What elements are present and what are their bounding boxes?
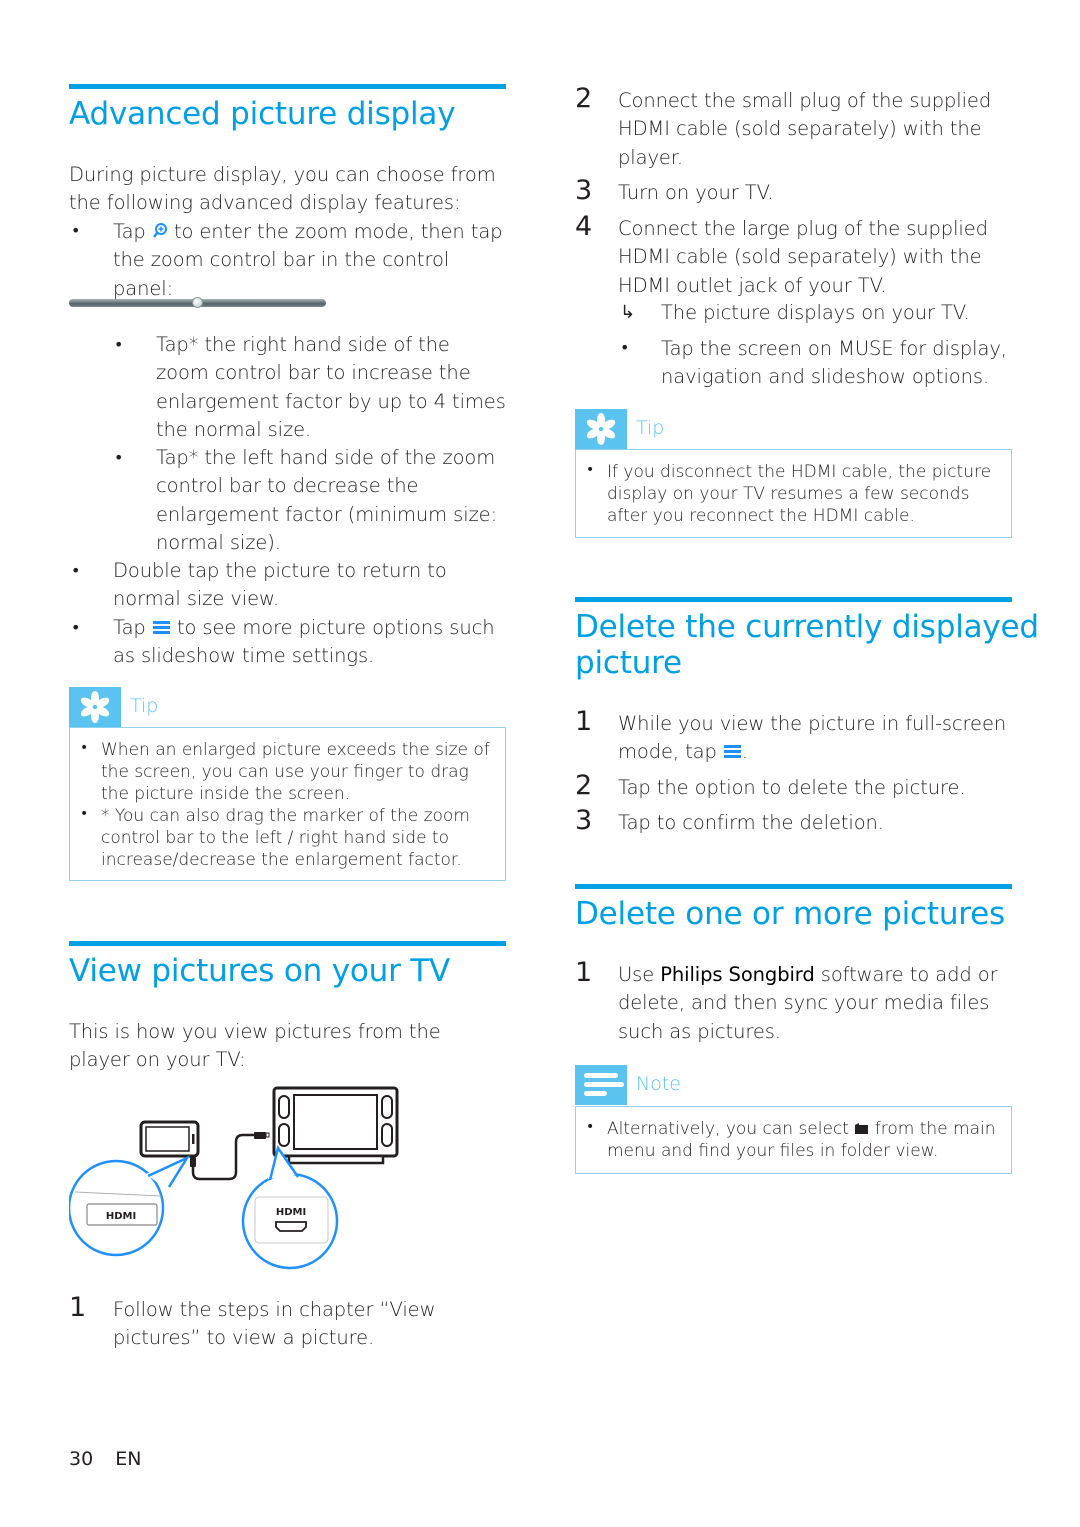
delete-current-step-1: While you view the picture in full-scree… xyxy=(618,710,1012,767)
asterisk-icon xyxy=(80,691,110,723)
result-text: The picture displays on your TV. xyxy=(661,301,970,324)
step-number: 2 xyxy=(575,83,593,114)
section-title-advanced-picture-display: Advanced picture display xyxy=(69,96,456,132)
section-title-delete-more: Delete one or more pictures xyxy=(575,896,1005,932)
step-text: Use xyxy=(618,963,655,986)
tip-label: Tip xyxy=(636,417,665,439)
view-tv-step-3: Turn on your TV. xyxy=(618,181,774,204)
player-icon xyxy=(139,1120,200,1158)
tip-header: Tip xyxy=(69,687,506,727)
section-title-delete-current: Delete the currently displayed picture xyxy=(575,609,1039,681)
page-footer: 30 EN xyxy=(69,1448,141,1470)
player-hdmi-callout: HDMI xyxy=(69,1155,191,1257)
note-badge xyxy=(575,1065,627,1105)
tip-box: • When an enlarged picture exceeds the s… xyxy=(69,727,506,881)
hdmi-label: HDMI xyxy=(276,1207,306,1218)
title-line: Delete the currently displayed xyxy=(575,609,1039,645)
note-text-part: Alternatively, you can select xyxy=(607,1119,849,1139)
bullet-text: to enter the zoom mode, then tap the zoo… xyxy=(113,220,503,300)
section-rule xyxy=(575,884,1012,889)
bullet: • xyxy=(71,561,81,580)
tip-item: * You can also drag the marker of the zo… xyxy=(101,806,470,870)
view-tv-step-4: Connect the large plug of the supplied H… xyxy=(618,217,988,297)
tip-label: Tip xyxy=(130,695,159,717)
view-tv-step-2: Connect the small plug of the supplied H… xyxy=(618,89,992,169)
folder-icon xyxy=(854,1119,869,1134)
note-header: Note xyxy=(575,1065,1012,1105)
section-rule xyxy=(69,941,506,946)
bullet: • xyxy=(80,740,89,756)
menu-icon xyxy=(723,744,742,760)
bullet: • xyxy=(620,338,630,357)
language-code: EN xyxy=(115,1448,142,1470)
note-text: Alternatively, you can select from the m… xyxy=(607,1118,1007,1162)
note-label: Note xyxy=(636,1073,681,1095)
delete-current-step-3: Tap to confirm the deletion. xyxy=(618,811,884,834)
step-number: 3 xyxy=(575,805,593,836)
view-tv-step-1: Follow the steps in chapter “View pictur… xyxy=(113,1298,436,1350)
step-number: 2 xyxy=(575,770,593,801)
bullet: • xyxy=(71,618,81,637)
sub-bullet-right-side: Tap* the right hand side of the zoom con… xyxy=(156,333,506,441)
step-number: 1 xyxy=(575,706,593,737)
step-number: 1 xyxy=(575,957,593,988)
delete-more-step-1: Use Philips Songbird software to add or … xyxy=(618,961,1012,1046)
bullet: • xyxy=(586,462,595,478)
step-number: 3 xyxy=(575,175,593,206)
hdmi-connection-diagram: HDMI HDMI xyxy=(69,1086,399,1270)
note-box: • Alternatively, you can select from the… xyxy=(575,1106,1012,1174)
bullet-text: Tap xyxy=(113,220,146,243)
zoom-icon xyxy=(152,220,168,238)
asterisk-icon xyxy=(586,413,616,445)
view-tv-intro: This is how you view pictures from the p… xyxy=(69,1020,441,1072)
bullet-text: Tap xyxy=(113,616,146,639)
bullet: • xyxy=(114,448,124,467)
result-arrow-icon: ↳ xyxy=(620,302,636,323)
bullet: • xyxy=(80,806,89,822)
hdmi-label: HDMI xyxy=(106,1211,136,1222)
note-lines-icon xyxy=(584,1073,624,1096)
tv-hdmi-callout: HDMI xyxy=(241,1145,339,1270)
title-line: picture xyxy=(575,645,682,681)
zoom-control-bar xyxy=(69,297,326,309)
section-title-view-pictures-on-tv: View pictures on your TV xyxy=(69,953,451,989)
tv-icon xyxy=(272,1086,399,1165)
section-rule xyxy=(69,84,506,89)
bullet: • xyxy=(114,335,124,354)
section-rule xyxy=(575,597,1012,602)
menu-icon xyxy=(152,620,171,636)
tip-header: Tip xyxy=(575,409,1012,449)
bullet: • xyxy=(586,1119,595,1135)
tip-badge xyxy=(575,409,627,449)
step-number: 1 xyxy=(69,1292,87,1323)
delete-current-step-2: Tap the option to delete the picture. xyxy=(618,776,966,799)
tip-item: When an enlarged picture exceeds the siz… xyxy=(101,740,490,804)
bullet: • xyxy=(71,221,81,240)
step-number: 4 xyxy=(575,211,593,242)
tip-item: If you disconnect the HDMI cable, the pi… xyxy=(607,462,992,526)
hdmi-cable xyxy=(191,1133,255,1181)
advanced-bullet-double-tap: Double tap the picture to return to norm… xyxy=(113,559,447,611)
advanced-bullet-zoom: Tap to enter the zoom mode, then tap the… xyxy=(113,218,506,303)
page-number: 30 xyxy=(69,1448,94,1470)
sub-bullet-left-side: Tap* the left hand side of the zoom cont… xyxy=(156,446,498,554)
advanced-intro: During picture display, you can choose f… xyxy=(69,163,496,215)
advanced-bullet-options: Tap to see more picture options such as … xyxy=(113,614,506,671)
software-name: Philips Songbird xyxy=(660,963,815,986)
step-text: . xyxy=(741,740,748,764)
tip-badge xyxy=(69,687,121,727)
result-bullet: Tap the screen on MUSE for display, navi… xyxy=(661,337,1007,389)
tip-box: • If you disconnect the HDMI cable, the … xyxy=(575,449,1012,538)
step-text: While you view the picture in full-scree… xyxy=(618,712,1007,764)
zoom-bar-marker xyxy=(192,297,203,308)
